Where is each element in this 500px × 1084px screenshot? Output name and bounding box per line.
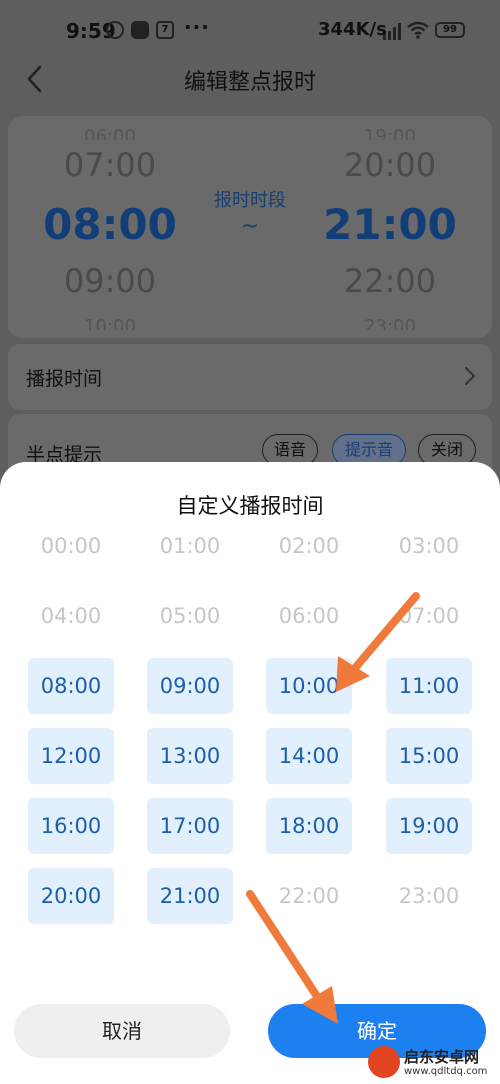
watermark-name: 启东安卓网: [404, 1048, 480, 1066]
hour-option-06-00[interactable]: 06:00: [266, 588, 352, 644]
end-wheel-prev[interactable]: 20:00: [320, 146, 460, 184]
hour-option-23-00[interactable]: 23:00: [386, 868, 472, 924]
signal-icon: [383, 23, 401, 40]
hour-option-17-00[interactable]: 17:00: [147, 798, 233, 854]
watermark-url: www.qdltdq.com: [404, 1066, 488, 1077]
hour-option-09-00[interactable]: 09:00: [147, 658, 233, 714]
start-wheel-next[interactable]: 09:00: [40, 262, 180, 300]
hour-option-10-00[interactable]: 10:00: [266, 658, 352, 714]
custom-time-sheet: 自定义播报时间 00:00 01:00 02:00 03:00 04:00 05:00 06…: [0, 462, 500, 1084]
end-wheel-edge-top: 19:00: [364, 126, 416, 140]
hour-option-13-00[interactable]: 13:00: [147, 728, 233, 784]
network-speed: 344K/s: [318, 19, 387, 40]
hour-option-08-00[interactable]: 08:00: [28, 658, 114, 714]
start-time-wheel[interactable]: 06:00 07:00 08:00 09:00 10:00: [40, 116, 180, 338]
status-bar: 9:59 7 ··· 344K/s 99: [0, 0, 500, 60]
hour-option-05-00[interactable]: 05:00: [147, 588, 233, 644]
battery-icon: 99: [435, 22, 465, 38]
start-wheel-selected[interactable]: 08:00: [40, 200, 180, 249]
start-wheel-edge-bottom: 10:00: [84, 316, 136, 330]
watermark-logo-icon: [368, 1046, 400, 1078]
watermark: 启东安卓网 www.qdltdq.com: [368, 1044, 498, 1082]
hour-option-02-00[interactable]: 02:00: [266, 518, 352, 574]
sheet-title: 自定义播报时间: [176, 494, 324, 518]
end-wheel-selected[interactable]: 21:00: [320, 200, 460, 249]
cancel-button[interactable]: 取消: [14, 1004, 230, 1058]
hour-option-19-00[interactable]: 19:00: [386, 798, 472, 854]
hour-option-18-00[interactable]: 18:00: [266, 798, 352, 854]
page-title: 编辑整点报时: [183, 70, 316, 95]
chevron-right-icon: [465, 367, 476, 385]
hour-option-15-00[interactable]: 15:00: [386, 728, 472, 784]
range-label: 报时时段: [214, 190, 286, 211]
hour-option-11-00[interactable]: 11:00: [386, 658, 472, 714]
wechat-icon: [131, 21, 149, 39]
start-wheel-prev[interactable]: 07:00: [40, 146, 180, 184]
broadcast-time-label: 播报时间: [26, 368, 103, 390]
hour-option-07-00[interactable]: 07:00: [386, 588, 472, 644]
calendar-icon: 7: [156, 21, 174, 39]
hour-option-16-00[interactable]: 16:00: [28, 798, 114, 854]
alarm-icon: [106, 21, 124, 39]
hour-option-20-00[interactable]: 20:00: [28, 868, 114, 924]
more-notifications-icon: ···: [184, 15, 210, 39]
broadcast-time-row[interactable]: 播报时间: [8, 344, 492, 410]
time-range-picker: 06:00 07:00 08:00 09:00 10:00 报时时段 ~ 19:…: [8, 116, 492, 338]
hour-option-04-00[interactable]: 04:00: [28, 588, 114, 644]
hour-option-22-00[interactable]: 22:00: [266, 868, 352, 924]
hour-option-12-00[interactable]: 12:00: [28, 728, 114, 784]
hour-option-21-00[interactable]: 21:00: [147, 868, 233, 924]
end-wheel-edge-bottom: 23:00: [364, 316, 416, 330]
range-separator: ~: [240, 214, 260, 239]
start-wheel-edge-top: 06:00: [84, 126, 136, 140]
hour-option-03-00[interactable]: 03:00: [386, 518, 472, 574]
wifi-icon: [407, 21, 429, 39]
header: 编辑整点报时: [0, 60, 500, 100]
hour-option-14-00[interactable]: 14:00: [266, 728, 352, 784]
hour-option-00-00[interactable]: 00:00: [28, 518, 114, 574]
end-time-wheel[interactable]: 19:00 20:00 21:00 22:00 23:00: [320, 116, 460, 338]
hour-option-01-00[interactable]: 01:00: [147, 518, 233, 574]
end-wheel-next[interactable]: 22:00: [320, 262, 460, 300]
